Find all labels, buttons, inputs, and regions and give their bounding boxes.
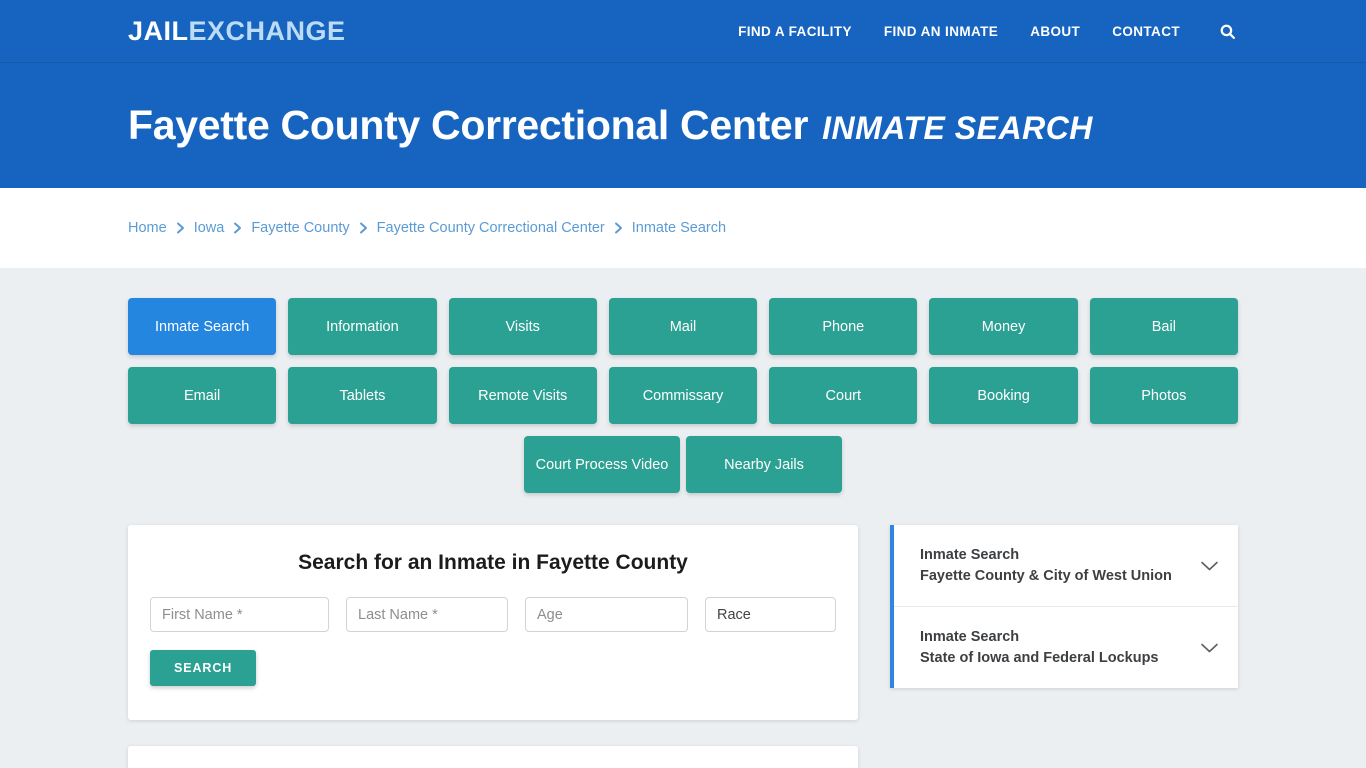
secondary-content-card xyxy=(128,746,858,768)
site-header: JAILEXCHANGE FIND A FACILITY FIND AN INM… xyxy=(0,0,1366,63)
tab-commissary[interactable]: Commissary xyxy=(608,367,758,424)
search-icon[interactable] xyxy=(1216,20,1238,42)
tab-information[interactable]: Information xyxy=(288,298,437,355)
breadcrumb-item-iowa[interactable]: Iowa xyxy=(194,220,225,236)
inmate-search-form: Race xyxy=(150,597,836,632)
sidebar-column: Inmate Search Fayette County & City of W… xyxy=(890,525,1238,689)
search-button[interactable]: SEARCH xyxy=(150,650,257,686)
nav-item-find-a-facility[interactable]: FIND A FACILITY xyxy=(738,24,852,39)
chevron-right-icon xyxy=(176,222,185,234)
breadcrumb: Home Iowa Fayette County Fayette County … xyxy=(128,220,726,236)
tab-photos[interactable]: Photos xyxy=(1089,367,1238,424)
tab-email[interactable]: Email xyxy=(128,367,277,424)
accordion-title-line1: Inmate Search xyxy=(920,547,1020,563)
page-body: Inmate Search Information Visits Mail Ph… xyxy=(0,268,1366,768)
facility-tab-row-3: Court Process Video Nearby Jails xyxy=(128,436,1238,493)
tab-remote-visits[interactable]: Remote Visits xyxy=(448,367,597,424)
tab-tablets[interactable]: Tablets xyxy=(288,367,437,424)
first-name-input[interactable] xyxy=(150,597,329,632)
chevron-down-icon[interactable] xyxy=(1198,555,1220,577)
site-logo[interactable]: JAILEXCHANGE xyxy=(128,15,346,46)
chevron-right-icon xyxy=(614,222,623,234)
breadcrumb-item-facility[interactable]: Fayette County Correctional Center xyxy=(377,220,605,236)
accordion-item-state-search[interactable]: Inmate Search State of Iowa and Federal … xyxy=(894,606,1238,688)
accordion-title-line1: Inmate Search xyxy=(920,629,1020,646)
main-navigation: FIND A FACILITY FIND AN INMATE ABOUT CON… xyxy=(738,20,1238,42)
tab-booking[interactable]: Booking xyxy=(929,367,1078,424)
age-input[interactable] xyxy=(525,597,688,632)
page-hero: Fayette County Correctional Center INMAT… xyxy=(0,63,1366,188)
accordion-item-county-search[interactable]: Inmate Search Fayette County & City of W… xyxy=(894,525,1238,606)
tab-visits[interactable]: Visits xyxy=(448,298,597,355)
tab-inmate-search[interactable]: Inmate Search xyxy=(128,298,277,355)
last-name-input[interactable] xyxy=(346,597,508,632)
facility-tab-grid: Inmate Search Information Visits Mail Ph… xyxy=(128,298,1238,424)
inmate-search-accordion: Inmate Search Fayette County & City of W… xyxy=(890,525,1238,689)
tab-mail[interactable]: Mail xyxy=(608,298,758,355)
tab-bail[interactable]: Bail xyxy=(1089,298,1238,355)
breadcrumb-item-inmate-search[interactable]: Inmate Search xyxy=(632,220,726,236)
page-subtitle: INMATE SEARCH xyxy=(822,110,1093,146)
breadcrumb-bar: Home Iowa Fayette County Fayette County … xyxy=(0,188,1366,268)
accordion-title-line2: Fayette County & City of West Union xyxy=(920,567,1172,584)
chevron-down-icon[interactable] xyxy=(1198,637,1220,659)
chevron-right-icon xyxy=(233,222,242,234)
nav-item-contact[interactable]: CONTACT xyxy=(1112,24,1180,39)
race-select[interactable]: Race xyxy=(705,597,836,632)
chevron-right-icon xyxy=(359,222,368,234)
page-title: Fayette County Correctional Center xyxy=(128,102,809,148)
breadcrumb-item-fayette-county[interactable]: Fayette County xyxy=(251,220,349,236)
logo-text-jail: JAIL xyxy=(128,15,189,46)
nav-item-about[interactable]: ABOUT xyxy=(1030,24,1080,39)
tab-phone[interactable]: Phone xyxy=(769,298,918,355)
accordion-title-line2: State of Iowa and Federal Lockups xyxy=(920,649,1159,666)
breadcrumb-item-home[interactable]: Home xyxy=(128,220,167,236)
logo-text-exchange: EXCHANGE xyxy=(188,15,346,46)
tab-nearby-jails[interactable]: Nearby Jails xyxy=(686,436,842,493)
main-content-column: Search for an Inmate in Fayette County R… xyxy=(128,525,858,768)
tab-court-process-video[interactable]: Court Process Video xyxy=(524,436,680,493)
tab-court[interactable]: Court xyxy=(769,367,918,424)
nav-item-find-an-inmate[interactable]: FIND AN INMATE xyxy=(884,24,998,39)
inmate-search-card: Search for an Inmate in Fayette County R… xyxy=(128,525,858,720)
tab-money[interactable]: Money xyxy=(929,298,1078,355)
search-card-title: Search for an Inmate in Fayette County xyxy=(298,551,688,574)
